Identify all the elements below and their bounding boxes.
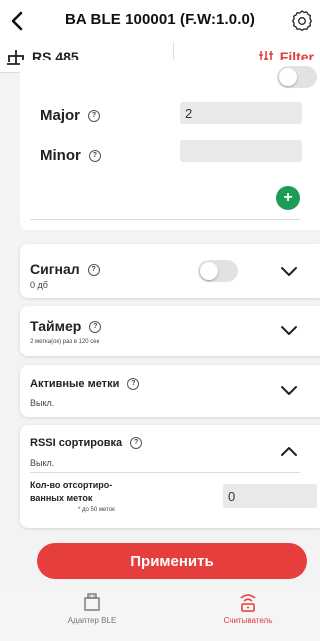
scroll-toggle[interactable] <box>277 66 317 88</box>
bottom-nav: Адаптер BLE Считыватель <box>0 585 320 641</box>
adapter-icon <box>84 593 100 611</box>
accordion-signal[interactable]: Сигнал? 0 дб <box>20 244 320 298</box>
gear-icon[interactable] <box>290 9 314 33</box>
help-icon[interactable]: ? <box>88 110 101 123</box>
help-icon[interactable]: ? <box>88 150 101 163</box>
sorted-count-hint: * до 50 меток <box>78 507 115 513</box>
sorted-count-label: Кол-во отсортиро- ванных меток <box>30 480 113 503</box>
accordion-subtitle: Выкл. <box>30 398 55 408</box>
rssi-divider <box>30 472 300 473</box>
help-icon[interactable]: ? <box>89 321 102 334</box>
accordion-title: Активные метки? <box>30 378 140 391</box>
signal-toggle[interactable] <box>198 260 238 282</box>
major-label: Major? <box>40 107 101 124</box>
accordion-title: RSSI сортировка? <box>30 437 143 450</box>
accordion-subtitle: 0 дб <box>30 280 48 290</box>
help-icon[interactable]: ? <box>130 437 143 450</box>
header: BA BLE 100001 (F.W:1.0.0) <box>0 0 320 42</box>
reader-icon <box>240 594 256 612</box>
nav-adapter-label: Адаптер BLE <box>67 616 117 625</box>
section-divider <box>30 219 300 220</box>
minor-label: Minor? <box>40 147 101 164</box>
add-button[interactable]: + <box>276 186 300 210</box>
minor-input[interactable] <box>180 140 302 162</box>
chevron-down-icon[interactable] <box>280 385 298 397</box>
help-icon[interactable]: ? <box>87 264 100 277</box>
accordion-rssi-sort[interactable]: RSSI сортировка? Выкл. Кол-во отсортиро-… <box>20 425 320 528</box>
chevron-down-icon[interactable] <box>280 325 298 337</box>
apply-button[interactable]: Применить <box>37 543 307 579</box>
nav-reader[interactable]: Считыватель <box>168 585 320 641</box>
accordion-title: Таймер? <box>30 318 102 334</box>
accordion-subtitle: 2 метка(ок) раз в 120 сек <box>30 339 100 345</box>
nav-adapter-ble[interactable]: Адаптер BLE <box>12 585 172 641</box>
nav-reader-label: Считыватель <box>223 616 273 625</box>
beacon-settings-card: Major? 2 Minor? + <box>20 60 320 230</box>
help-icon[interactable]: ? <box>127 378 140 391</box>
chevron-up-icon[interactable] <box>280 445 298 457</box>
accordion-timer[interactable]: Таймер? 2 метка(ок) раз в 120 сек <box>20 306 320 356</box>
accordion-active-tags[interactable]: Активные метки? Выкл. <box>20 365 320 417</box>
sorted-count-input[interactable]: 0 <box>223 484 317 508</box>
page-title: BA BLE 100001 (F.W:1.0.0) <box>64 11 256 28</box>
accordion-title: Сигнал? <box>30 261 100 277</box>
chevron-down-icon[interactable] <box>280 266 298 278</box>
major-input[interactable]: 2 <box>180 102 302 124</box>
accordion-subtitle: Выкл. <box>30 458 55 468</box>
